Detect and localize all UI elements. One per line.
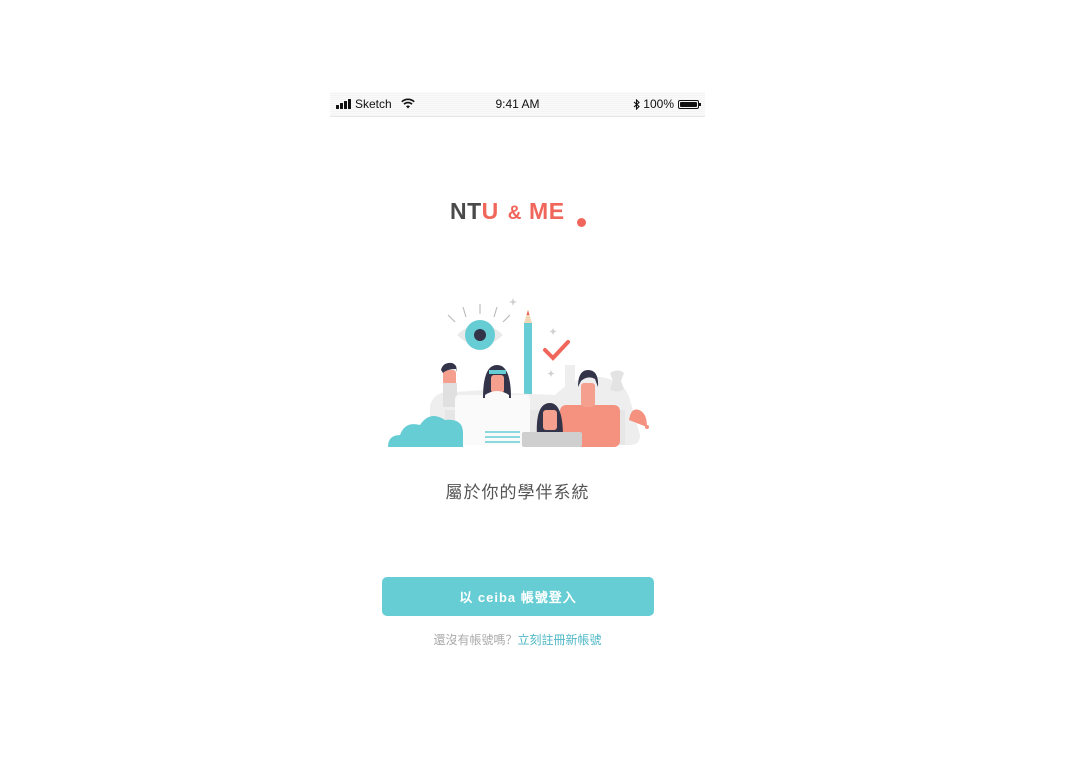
logo-text-nt: NT [450, 198, 482, 224]
logo-text-amp: & [507, 203, 523, 224]
pencil-icon [524, 310, 532, 398]
logo-dot [577, 218, 586, 227]
person-figure [483, 365, 511, 403]
signup-prompt: 還沒有帳號嗎？立刻註冊新帳號 [330, 631, 705, 648]
checkmark-icon [543, 340, 570, 361]
phone-screen: Sketch 9:41 AM 100% NT U & ME 屬於你的學伴系統 以… [330, 90, 705, 670]
tagline: 屬於你的學伴系統 [445, 483, 590, 502]
cloud-icon [388, 416, 463, 447]
ceiba-login-button[interactable]: 以 ceiba 帳號登入 [382, 577, 654, 616]
signup-question: 還沒有帳號嗎？ [433, 633, 518, 647]
person-figure [441, 362, 457, 407]
logo-text-u: U [481, 198, 499, 224]
eye-icon [457, 320, 503, 350]
logo-text-me: ME [529, 198, 565, 224]
hero-illustration [388, 298, 649, 447]
app-logo: NT U & ME [450, 198, 565, 225]
battery-icon [678, 99, 701, 109]
bluetooth-icon [633, 98, 641, 110]
battery-percent: 100% [643, 97, 674, 111]
eye-rays [447, 304, 511, 323]
status-bar: Sketch 9:41 AM 100% [330, 92, 705, 117]
status-bar-right: 100% [633, 97, 701, 111]
signup-link[interactable]: 立刻註冊新帳號 [518, 633, 602, 647]
